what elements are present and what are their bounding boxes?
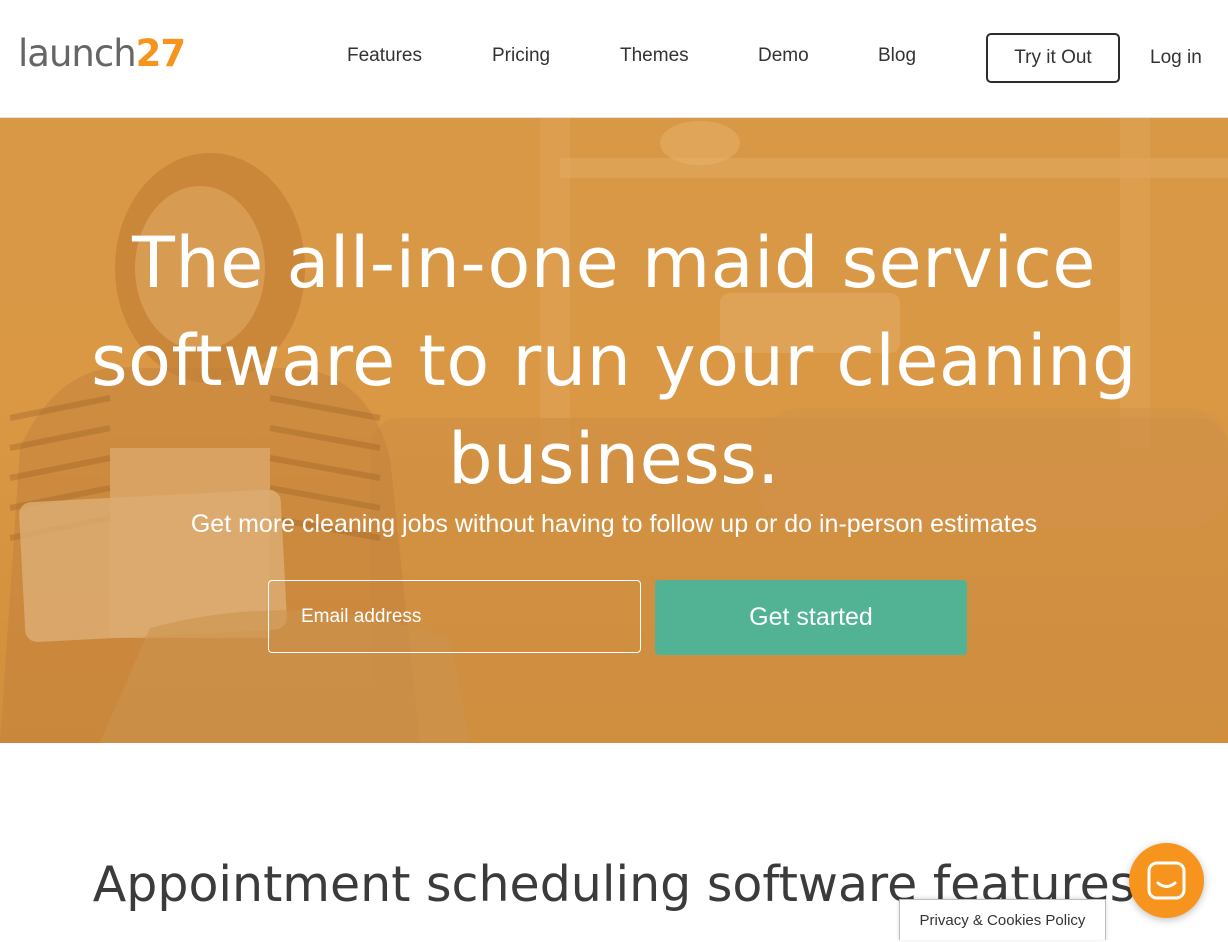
nav-features[interactable]: Features: [347, 44, 422, 68]
hero-subtitle: Get more cleaning jobs without having to…: [190, 510, 1038, 538]
chat-bubble-icon: [1147, 861, 1186, 900]
logo-number: 27: [135, 32, 186, 75]
nav-demo[interactable]: Demo: [758, 44, 809, 68]
hero-title-line-2: software to run your cleaning: [91, 320, 1137, 402]
hero-title-line-1: The all-in-one maid service: [132, 222, 1096, 304]
logo-word: launch: [18, 32, 137, 75]
get-started-button[interactable]: Get started: [655, 580, 967, 655]
site-header: launch27 Features Pricing Themes Demo Bl…: [0, 0, 1228, 118]
try-it-out-button[interactable]: Try it Out: [986, 33, 1120, 83]
logo[interactable]: launch27: [18, 30, 186, 78]
nav-themes[interactable]: Themes: [620, 44, 689, 68]
privacy-cookies-tab[interactable]: Privacy & Cookies Policy: [899, 899, 1106, 940]
nav-blog[interactable]: Blog: [878, 44, 916, 68]
chat-launcher-button[interactable]: [1129, 843, 1204, 918]
email-input[interactable]: [268, 580, 641, 653]
hero-title-line-3: business.: [448, 418, 780, 500]
login-link[interactable]: Log in: [1150, 46, 1202, 70]
hero-section: The all-in-one maid service software to …: [0, 118, 1228, 743]
nav-pricing[interactable]: Pricing: [492, 44, 550, 68]
hero-title: The all-in-one maid service software to …: [60, 214, 1168, 508]
